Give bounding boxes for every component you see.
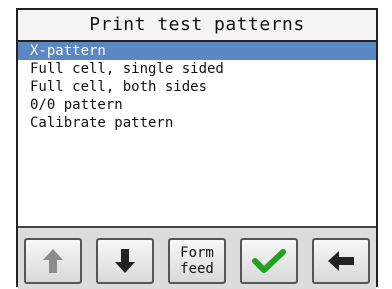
list-item-zero-pattern[interactable]: 0/0 pattern xyxy=(18,96,376,114)
back-button[interactable] xyxy=(312,238,370,284)
list-item-x-pattern[interactable]: X-pattern xyxy=(18,42,376,60)
list-item-full-cell-both[interactable]: Full cell, both sides xyxy=(18,78,376,96)
toolbar: Form feed xyxy=(18,226,376,289)
dialog-frame: Print test patterns X-pattern Full cell,… xyxy=(16,8,378,289)
form-feed-button[interactable]: Form feed xyxy=(168,238,226,284)
scroll-up-button[interactable] xyxy=(24,238,82,284)
dialog-title: Print test patterns xyxy=(18,10,376,42)
confirm-button[interactable] xyxy=(240,238,298,284)
list-item-full-cell-single[interactable]: Full cell, single sided xyxy=(18,60,376,78)
arrow-up-icon xyxy=(42,248,64,274)
pattern-list[interactable]: X-pattern Full cell, single sided Full c… xyxy=(18,42,376,132)
arrow-left-icon xyxy=(327,250,355,272)
checkmark-icon xyxy=(252,249,286,273)
scroll-down-button[interactable] xyxy=(96,238,154,284)
list-item-calibrate[interactable]: Calibrate pattern xyxy=(18,114,376,132)
arrow-down-icon xyxy=(114,248,136,274)
form-feed-label-line1: Form xyxy=(180,245,214,261)
form-feed-label-line2: feed xyxy=(180,261,214,277)
